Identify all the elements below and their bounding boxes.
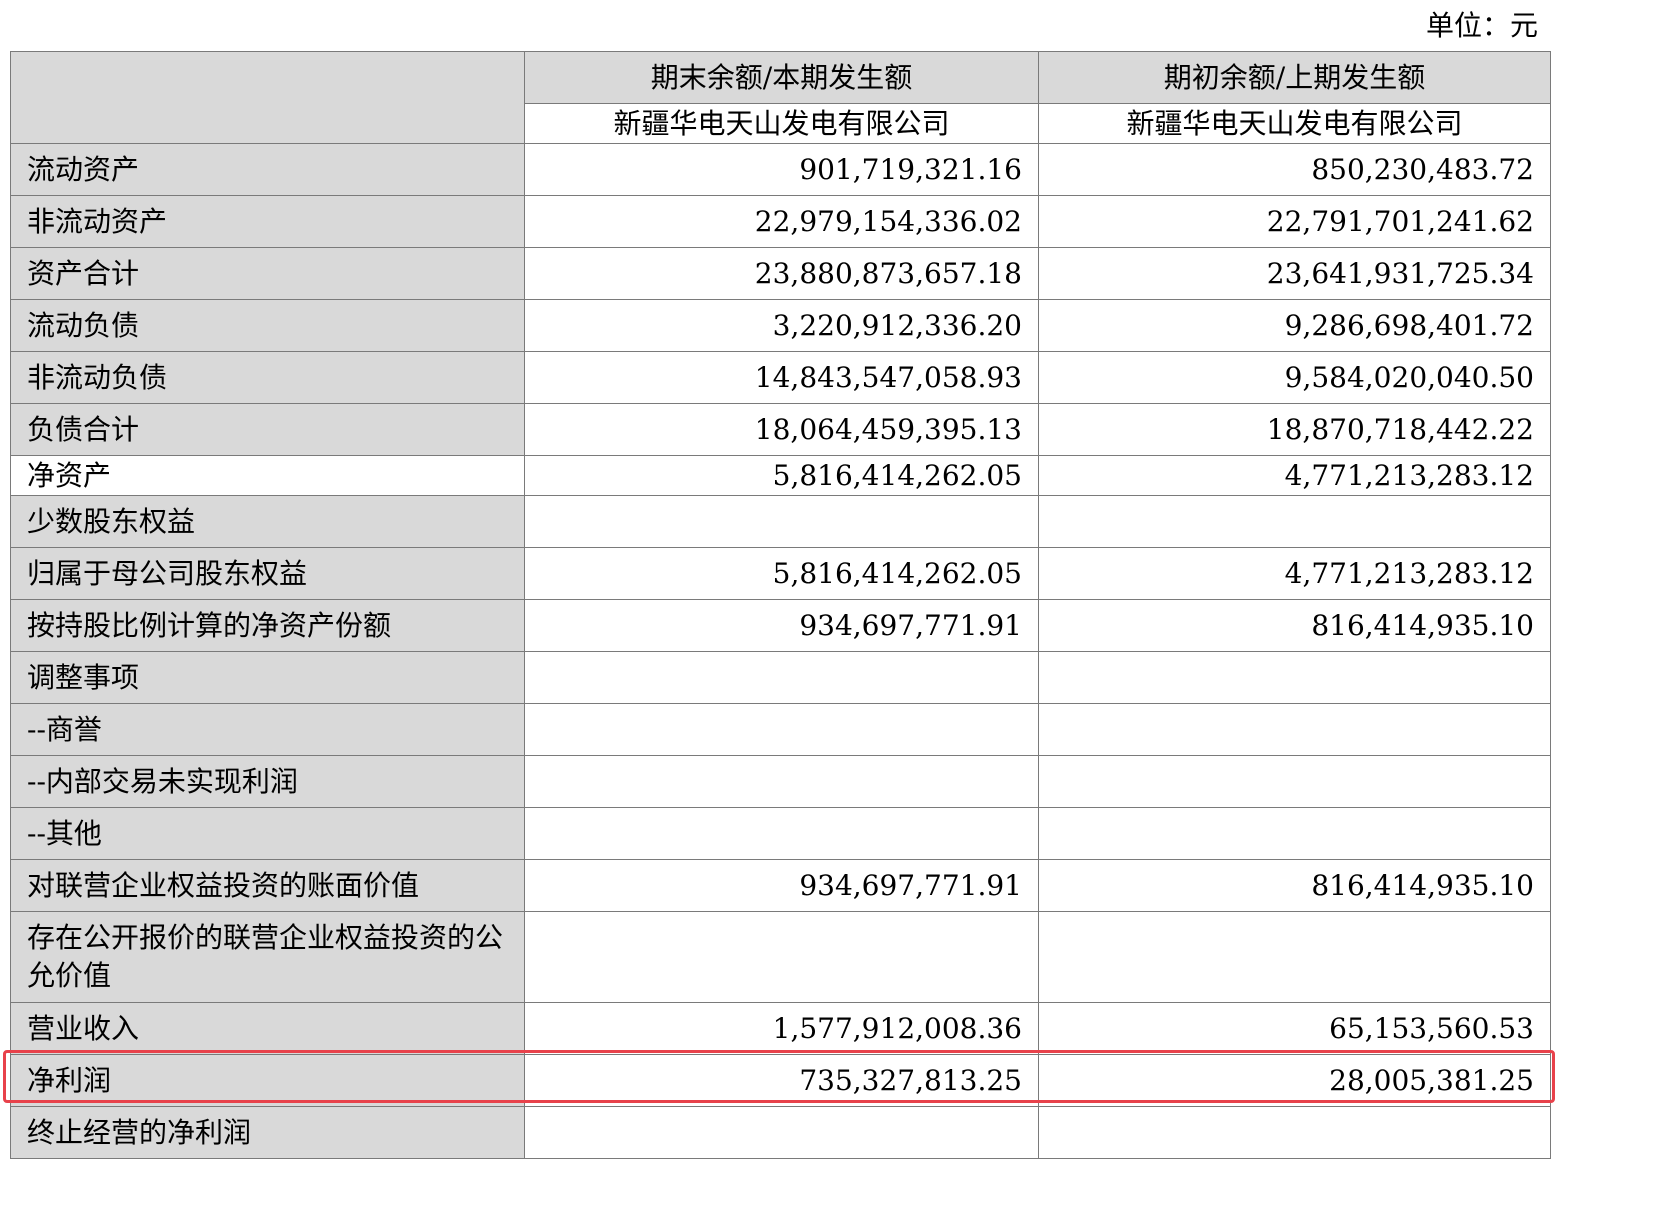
row-label: 流动负债 [10,299,525,352]
table-row-highlighted: 净利润 735,327,813.25 28,005,381.25 [10,1054,1551,1107]
current-value [524,651,1039,704]
table-row: --商誉 [10,703,1551,756]
row-label: 资产合计 [10,247,525,300]
prior-value: 4,771,213,283.12 [1038,455,1551,496]
table-row: 少数股东权益 [10,495,1551,548]
table-row: 流动负债 3,220,912,336.20 9,286,698,401.72 [10,299,1551,352]
table-row: 存在公开报价的联营企业权益投资的公允价值 [10,911,1551,1003]
corner-header-cell [10,51,525,144]
table-row: 流动资产 901,719,321.16 850,230,483.72 [10,143,1551,196]
prior-value: 816,414,935.10 [1038,859,1551,912]
table-row: 负债合计 18,064,459,395.13 18,870,718,442.22 [10,403,1551,456]
row-label: 非流动负债 [10,351,525,404]
col-current-company-header: 新疆华电天山发电有限公司 [524,103,1039,144]
table-row: 对联营企业权益投资的账面价值 934,697,771.91 816,414,93… [10,859,1551,912]
col-current-period-header: 期末余额/本期发生额 [524,51,1039,104]
row-label: 存在公开报价的联营企业权益投资的公允价值 [10,911,525,1003]
table-row: 非流动负债 14,843,547,058.93 9,584,020,040.50 [10,351,1551,404]
table-row: 净资产 5,816,414,262.05 4,771,213,283.12 [10,455,1551,496]
row-label: --内部交易未实现利润 [10,755,525,808]
current-value: 934,697,771.91 [524,859,1039,912]
row-label: 调整事项 [10,651,525,704]
current-value: 22,979,154,336.02 [524,195,1039,248]
current-value: 18,064,459,395.13 [524,403,1039,456]
row-label: 对联营企业权益投资的账面价值 [10,859,525,912]
unit-label: 单位：元 [1425,9,1538,42]
prior-value: 850,230,483.72 [1038,143,1551,196]
current-value [524,755,1039,808]
row-label: 营业收入 [10,1002,525,1055]
prior-value: 9,286,698,401.72 [1038,299,1551,352]
table-row: 营业收入 1,577,912,008.36 65,153,560.53 [10,1002,1551,1055]
current-value: 3,220,912,336.20 [524,299,1039,352]
prior-value [1038,911,1551,1003]
prior-value: 18,870,718,442.22 [1038,403,1551,456]
row-label: 归属于母公司股东权益 [10,547,525,600]
row-label: 少数股东权益 [10,495,525,548]
current-value [524,911,1039,1003]
row-label: --其他 [10,807,525,860]
row-label: 按持股比例计算的净资产份额 [10,599,525,652]
prior-value [1038,495,1551,548]
table-row: 资产合计 23,880,873,657.18 23,641,931,725.34 [10,247,1551,300]
row-label: 非流动资产 [10,195,525,248]
table-row: 非流动资产 22,979,154,336.02 22,791,701,241.6… [10,195,1551,248]
current-value: 901,719,321.16 [524,143,1039,196]
row-label: 净利润 [10,1054,525,1107]
current-value [524,703,1039,756]
table-row: 调整事项 [10,651,1551,704]
row-label: 负债合计 [10,403,525,456]
current-value: 735,327,813.25 [524,1054,1039,1107]
current-value [524,1106,1039,1159]
table-row: 按持股比例计算的净资产份额 934,697,771.91 816,414,935… [10,599,1551,652]
prior-value [1038,651,1551,704]
table-row: --内部交易未实现利润 [10,755,1551,808]
current-value: 23,880,873,657.18 [524,247,1039,300]
table-row: 归属于母公司股东权益 5,816,414,262.05 4,771,213,28… [10,547,1551,600]
col-prior-company-header: 新疆华电天山发电有限公司 [1038,103,1551,144]
row-label: 净资产 [10,455,525,496]
prior-value: 23,641,931,725.34 [1038,247,1551,300]
table-row: 终止经营的净利润 [10,1106,1551,1159]
prior-value [1038,755,1551,808]
prior-value [1038,807,1551,860]
current-value [524,495,1039,548]
prior-value: 22,791,701,241.62 [1038,195,1551,248]
row-label: --商誉 [10,703,525,756]
prior-value [1038,703,1551,756]
prior-value: 9,584,020,040.50 [1038,351,1551,404]
financial-table: 期末余额/本期发生额 期初余额/上期发生额 新疆华电天山发电有限公司 新疆华电天… [10,51,1551,1159]
row-label: 流动资产 [10,143,525,196]
current-value: 5,816,414,262.05 [524,547,1039,600]
current-value: 14,843,547,058.93 [524,351,1039,404]
current-value [524,807,1039,860]
col-prior-period-header: 期初余额/上期发生额 [1038,51,1551,104]
prior-value: 816,414,935.10 [1038,599,1551,652]
current-value: 5,816,414,262.05 [524,455,1039,496]
prior-value [1038,1106,1551,1159]
current-value: 934,697,771.91 [524,599,1039,652]
prior-value: 28,005,381.25 [1038,1054,1551,1107]
table-row: --其他 [10,807,1551,860]
prior-value: 4,771,213,283.12 [1038,547,1551,600]
current-value: 1,577,912,008.36 [524,1002,1039,1055]
row-label: 终止经营的净利润 [10,1106,525,1159]
prior-value: 65,153,560.53 [1038,1002,1551,1055]
